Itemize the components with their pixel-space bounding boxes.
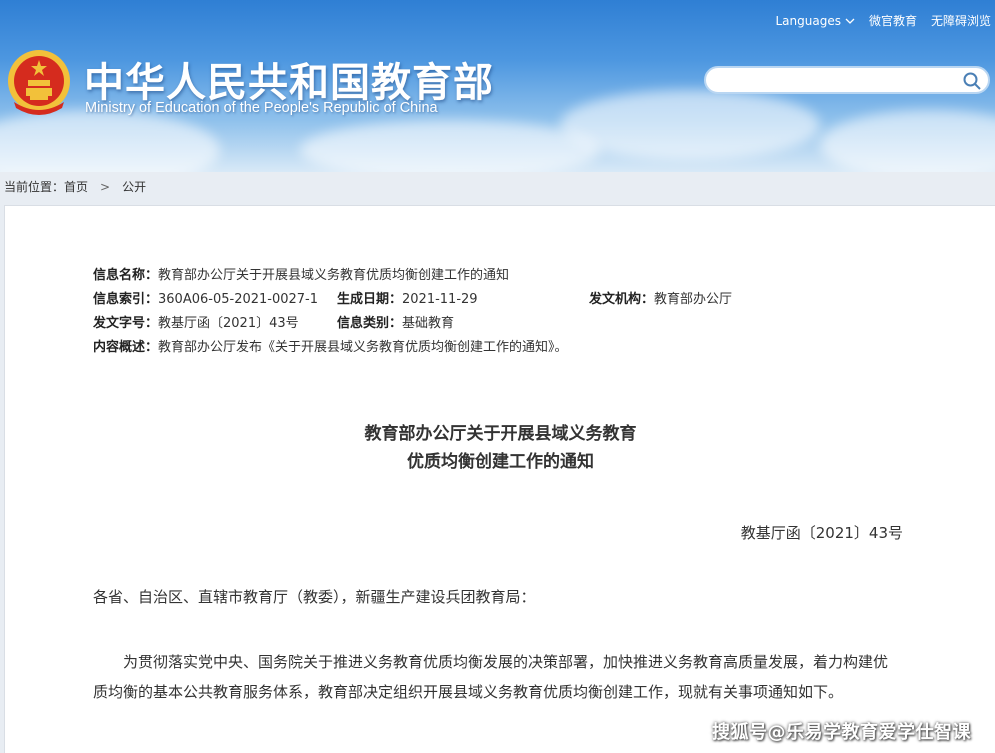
- meta-row-docno: 发文字号：教基厅函〔2021〕43号: [93, 312, 299, 331]
- cloud-decoration: [0, 110, 220, 172]
- meta-value: 教基厅函〔2021〕43号: [158, 316, 299, 331]
- source-watermark: 搜狐号@乐易学教育爱学仕智课: [712, 722, 971, 743]
- meta-value: 2021-11-29: [402, 292, 478, 307]
- meta-label: 发文字号：: [93, 316, 159, 331]
- document-number: 教基厅函〔2021〕43号: [740, 524, 903, 542]
- search-input[interactable]: [718, 68, 962, 94]
- cloud-decoration: [300, 120, 600, 172]
- languages-label: Languages: [775, 13, 841, 28]
- meta-value: 教育部办公厅: [654, 292, 733, 307]
- meta-row-category: 信息类别：基础教育: [337, 312, 454, 331]
- breadcrumb: 当前位置： 首页 > 公开: [4, 178, 146, 195]
- article-content: 信息名称：教育部办公厅关于开展县域义务教育优质均衡创建工作的通知 信息索引：36…: [4, 205, 995, 753]
- meta-value: 教育部办公厅发布《关于开展县域义务教育优质均衡创建工作的通知》。: [158, 340, 568, 355]
- site-title-en[interactable]: Ministry of Education of the People's Re…: [85, 100, 438, 116]
- meta-label: 内容概述：: [93, 340, 159, 355]
- top-links: Languages 微官教育 无障碍浏览: [775, 12, 991, 29]
- meta-row-date: 生成日期：2021-11-29: [337, 288, 478, 307]
- meta-label: 发文机构：: [589, 292, 655, 307]
- document-salutation: 各省、自治区、直辖市教育厅（教委），新疆生产建设兵团教育局：: [93, 588, 536, 606]
- meta-value: 教育部办公厅关于开展县域义务教育优质均衡创建工作的通知: [158, 268, 510, 283]
- meta-row-summary: 内容概述：教育部办公厅发布《关于开展县域义务教育优质均衡创建工作的通知》。: [93, 336, 568, 355]
- chevron-down-icon: [845, 18, 855, 24]
- chevron-right-icon: >: [100, 179, 111, 194]
- meta-row-index: 信息索引：360A06-05-2021-0027-1: [93, 288, 318, 307]
- national-emblem-icon[interactable]: [6, 48, 72, 116]
- meta-label: 生成日期：: [337, 292, 403, 307]
- document-title: 教育部办公厅关于开展县域义务教育 优质均衡创建工作的通知: [5, 420, 995, 476]
- cloud-decoration: [820, 110, 995, 172]
- meta-value: 基础教育: [402, 316, 455, 331]
- languages-menu[interactable]: Languages: [775, 13, 855, 28]
- search-icon[interactable]: [962, 71, 982, 91]
- document-paragraph: 为贯彻落实党中央、国务院关于推进义务教育优质均衡发展的决策部署，加快推进义务教育…: [93, 653, 889, 701]
- document-title-line1: 教育部办公厅关于开展县域义务教育: [364, 424, 637, 444]
- accessible-browsing-link[interactable]: 无障碍浏览: [931, 12, 991, 29]
- document-title-line2: 优质均衡创建工作的通知: [407, 452, 594, 472]
- meta-label: 信息索引：: [93, 292, 159, 307]
- site-header: 中华人民共和国教育部 Ministry of Education of the …: [0, 0, 995, 172]
- meta-label: 信息类别：: [337, 316, 403, 331]
- breadcrumb-home-link[interactable]: 首页: [64, 178, 88, 195]
- weixin-link[interactable]: 微官教育: [869, 12, 917, 29]
- meta-label: 信息名称：: [93, 268, 159, 283]
- meta-value: 360A06-05-2021-0027-1: [158, 292, 319, 307]
- breadcrumb-current-link[interactable]: 公开: [122, 178, 146, 195]
- breadcrumb-prefix: 当前位置：: [4, 180, 65, 194]
- meta-row-name: 信息名称：教育部办公厅关于开展县域义务教育优质均衡创建工作的通知: [93, 264, 509, 283]
- meta-row-org: 发文机构：教育部办公厅: [589, 288, 732, 307]
- search-box: [704, 66, 990, 94]
